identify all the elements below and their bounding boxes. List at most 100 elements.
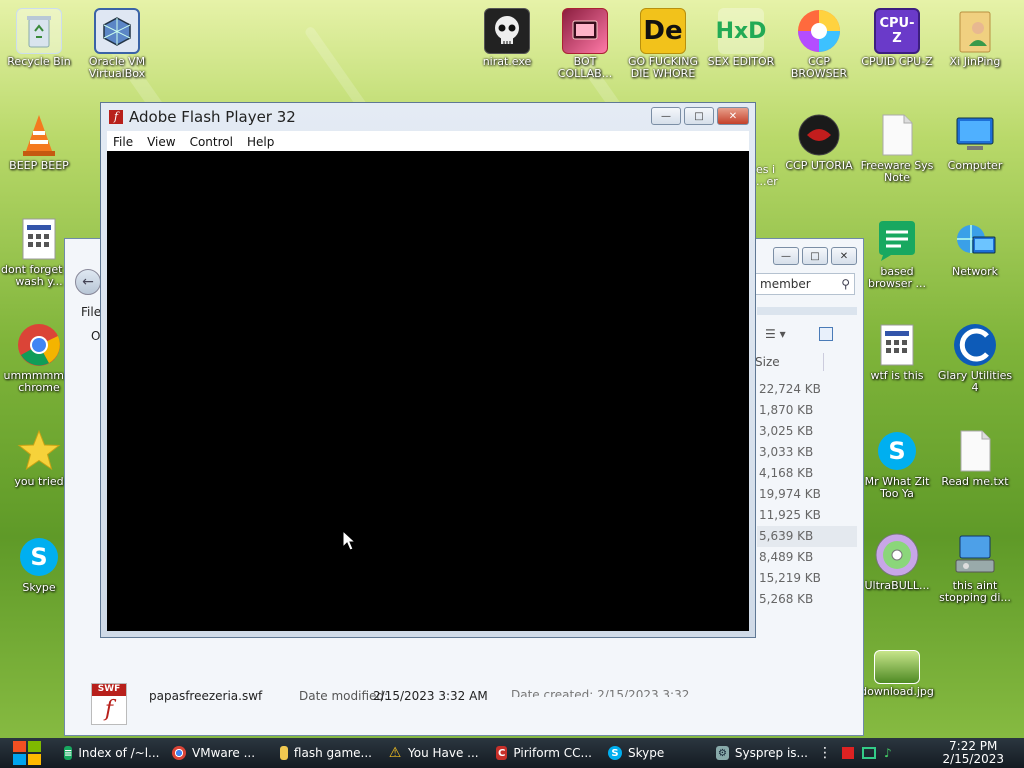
file-size-cell: 11,925 KB (759, 508, 821, 522)
volume-icon[interactable]: ♪ (884, 746, 892, 760)
search-icon[interactable]: ⚲ (841, 277, 850, 291)
desktop-icon-this-aint-stopping[interactable]: this aint stopping di... (936, 532, 1014, 604)
explorer-menu-file[interactable]: File (81, 305, 101, 319)
desktop-icon-go-die[interactable]: De GO FUCKING DIE WHORE (624, 8, 702, 80)
flag-icon[interactable] (842, 747, 854, 759)
desktop-icon-mr-what-zit[interactable]: S Mr What Zit Too Ya (858, 428, 936, 500)
desktop-icon-glary[interactable]: Glary Utilities 4 (936, 322, 1014, 394)
desktop-icon-label: Mr What Zit Too Ya (864, 475, 930, 500)
file-size-cell: 8,489 KB (759, 550, 814, 564)
flash-stage[interactable] (107, 151, 749, 631)
taskbar-item-piriform[interactable]: C Piriform CC... (490, 740, 598, 766)
de-icon: De (640, 8, 686, 54)
desktop-icon-cpuz[interactable]: CPU-Z CPUID CPU-Z (858, 8, 936, 68)
desktop-icon-ultrabull[interactable]: UltraBULL... (858, 532, 936, 592)
toolbar-strip (757, 307, 857, 315)
clock-date: 2/15/2023 (942, 752, 1004, 766)
desktop-icon-label: Glary Utilities 4 (937, 369, 1013, 394)
desktop-icon-sex-editor[interactable]: HxD SEX EDITOR (702, 8, 780, 68)
desktop-icon-label: GO FUCKING DIE WHORE (628, 55, 698, 80)
desktop-icon-network[interactable]: Network (936, 218, 1014, 278)
network-icon (952, 218, 998, 264)
file-size-cell: 5,268 KB (759, 592, 814, 606)
start-button[interactable] (0, 738, 54, 768)
close-button[interactable]: ✕ (717, 107, 749, 125)
taskbar-item-sysprep[interactable]: ⚙ Sysprep is... (710, 740, 814, 766)
desktop-icon-download-jpg[interactable]: download.jpg (858, 650, 936, 698)
taskbar-overflow-icon[interactable]: ⋮ (818, 745, 832, 761)
menu-control[interactable]: Control (190, 135, 233, 149)
desktop-icon-beep-beep[interactable]: BEEP BEEP (0, 112, 78, 172)
installer-icon (952, 532, 998, 578)
flash-player-window[interactable]: f Adobe Flash Player 32 — □ ✕ File View … (100, 102, 756, 638)
desktop-icon-label: SEX EDITOR (707, 55, 775, 68)
search-box[interactable]: member ⚲ (755, 273, 855, 295)
taskbar-item-flash-games[interactable]: flash game... (274, 740, 378, 766)
file-icon (874, 112, 920, 158)
desktop-icon-label: Recycle Bin (7, 55, 71, 68)
desktop-icon-nirat[interactable]: nirat.exe (468, 8, 546, 68)
recycle-bin-icon (16, 8, 62, 54)
traffic-cone-icon (16, 112, 62, 158)
network-tray-icon[interactable] (862, 747, 876, 759)
taskbar-item-vmware[interactable]: VMware ... (166, 740, 270, 766)
desktop-icon-label: UltraBULL... (864, 579, 930, 592)
desktop-icon-wtf[interactable]: wtf is this (858, 322, 936, 382)
taskbar-item-skype[interactable]: S Skype (602, 740, 706, 766)
cpuz-icon: CPU-Z (874, 8, 920, 54)
desktop-icon-label: wtf is this (870, 369, 924, 382)
mouse-cursor-icon (342, 530, 356, 551)
desktop-icon-label: Freeware Sys Note (860, 159, 934, 184)
taskbar-item-index[interactable]: ≡ Index of /~l... (58, 740, 162, 766)
desktop-icon-label: Oracle VM VirtualBox (88, 55, 146, 80)
desktop-icon-virtualbox[interactable]: Oracle VM VirtualBox (78, 8, 156, 80)
menu-help[interactable]: Help (247, 135, 274, 149)
desktop-icon-computer[interactable]: Computer (936, 112, 1014, 172)
file-size-cell: 5,639 KB (757, 526, 857, 547)
desktop-icon-recycle-bin[interactable]: Recycle Bin (0, 8, 78, 68)
hxd-icon: HxD (716, 8, 766, 54)
desktop-icon-freeware-sys-note[interactable]: Freeware Sys Note (858, 112, 936, 184)
chrome-icon (172, 746, 186, 760)
sysprep-icon: ⚙ (716, 746, 729, 760)
ccp-utoria-icon (796, 112, 842, 158)
clock[interactable]: 7:22 PM 2/15/2023 (942, 740, 1004, 766)
menu-view[interactable]: View (147, 135, 175, 149)
view-options-icon[interactable]: ☰ ▾ (765, 327, 786, 341)
taskbar-item-label: flash game... (293, 746, 372, 760)
skype-icon: S (16, 534, 62, 580)
preview-pane-icon[interactable] (819, 327, 833, 341)
desktop-icon-label: Xi JinPing (949, 55, 1001, 68)
column-divider (823, 353, 824, 371)
skype-icon: S (608, 746, 622, 760)
close-button[interactable]: ✕ (831, 247, 857, 265)
desktop-icon-based-browser[interactable]: based browser ... (858, 218, 936, 290)
maximize-button[interactable]: □ (802, 247, 828, 265)
desktop-icon-read-me[interactable]: Read me.txt (936, 428, 1014, 488)
svg-text:S: S (30, 543, 47, 571)
desktop-icon-ccp-utoria[interactable]: CCP UTORIA (780, 112, 858, 172)
desktop-icon-bot-collab[interactable]: BOT COLLAB... (546, 8, 624, 80)
minimize-button[interactable]: — (773, 247, 799, 265)
swf-file-icon: SWF f (91, 683, 127, 725)
folder-icon (280, 746, 288, 760)
desktop-icon-ccp-browser[interactable]: CCP BROWSER (780, 8, 858, 80)
taskbar-item-you-have[interactable]: ⚠ You Have ... (382, 740, 486, 766)
disc-icon (874, 532, 920, 578)
minimize-button[interactable]: — (651, 107, 681, 125)
maximize-button[interactable]: □ (684, 107, 714, 125)
search-input[interactable]: member (760, 277, 811, 291)
back-arrow-icon[interactable]: ← (75, 269, 101, 295)
swf-badge: SWF (92, 684, 126, 696)
desktop-icon-label: CCP UTORIA (785, 159, 853, 172)
star-icon (16, 428, 62, 474)
column-header-size[interactable]: Size (755, 355, 780, 369)
desktop-icon-label: Computer (947, 159, 1003, 172)
based-browser-icon (874, 218, 920, 264)
taskbar-item-label: Skype (628, 746, 665, 760)
menu-file[interactable]: File (113, 135, 133, 149)
desktop-icon-label: nirat.exe (482, 55, 532, 68)
windows-logo-icon (13, 741, 41, 765)
computer-icon (952, 112, 998, 158)
desktop-icon-xi-jinping[interactable]: Xi JinPing (936, 8, 1014, 68)
